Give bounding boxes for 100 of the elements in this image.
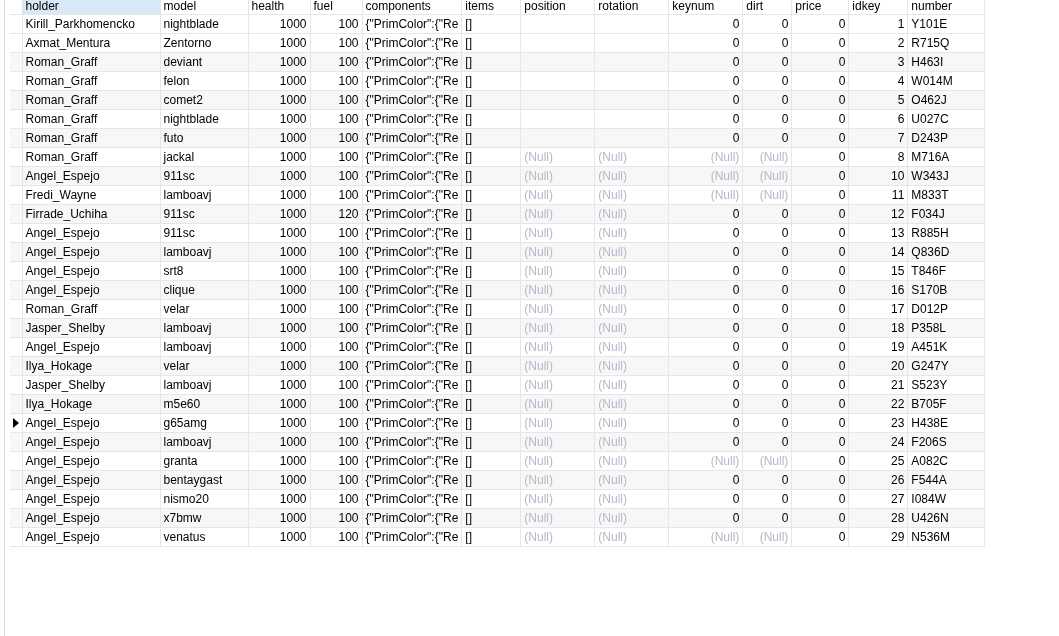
table-cell: 100 xyxy=(310,14,362,33)
table-cell: srt8 xyxy=(160,261,248,280)
table-cell: M833T xyxy=(907,185,985,204)
table-cell: 0 xyxy=(668,375,743,394)
table-cell: {"PrimColor":{"Re xyxy=(362,261,462,280)
table-cell: 100 xyxy=(310,375,362,394)
table-cell: [] xyxy=(461,337,521,356)
table-cell: [] xyxy=(461,413,521,432)
column-header[interactable]: number xyxy=(907,0,985,14)
table-cell: 1000 xyxy=(248,413,310,432)
table-cell: (Null) xyxy=(594,223,669,242)
table-cell: 1000 xyxy=(248,185,310,204)
table-cell: 100 xyxy=(310,413,362,432)
column-header[interactable]: model xyxy=(160,0,248,14)
table-cell: [] xyxy=(461,489,521,508)
table-cell: 0 xyxy=(791,261,849,280)
table-cell: 4 xyxy=(848,71,908,90)
table-cell: (Null) xyxy=(594,147,669,166)
table-cell: (Null) xyxy=(520,261,595,280)
table-cell: A082C xyxy=(907,451,985,470)
table-cell: lamboavj xyxy=(160,375,248,394)
table-cell: (Null) xyxy=(520,185,595,204)
table-cell: 1000 xyxy=(248,147,310,166)
table-cell: (Null) xyxy=(594,489,669,508)
column-header[interactable]: rotation xyxy=(594,0,669,14)
column-header[interactable]: health xyxy=(248,0,310,14)
column-header[interactable]: keynum xyxy=(668,0,743,14)
table-cell: 29 xyxy=(848,527,908,546)
table-cell: {"PrimColor":{"Re xyxy=(362,375,462,394)
table-cell: [] xyxy=(461,185,521,204)
table-cell: 1000 xyxy=(248,71,310,90)
table-cell: (Null) xyxy=(520,299,595,318)
table-cell: (Null) xyxy=(668,451,743,470)
table-cell: 0 xyxy=(742,71,792,90)
column-header[interactable]: items xyxy=(461,0,521,14)
table-cell: 23 xyxy=(848,413,908,432)
table-cell: 8 xyxy=(848,147,908,166)
table-cell: 0 xyxy=(791,185,849,204)
table-cell: (Null) xyxy=(742,147,792,166)
table-cell: 0 xyxy=(668,71,743,90)
table-cell: 1000 xyxy=(248,14,310,33)
column-header[interactable]: components xyxy=(362,0,462,14)
table-cell: 1 xyxy=(848,14,908,33)
table-cell: Axmat_Mentura xyxy=(22,33,160,52)
table-cell: 2 xyxy=(848,33,908,52)
table-cell: (Null) xyxy=(594,185,669,204)
table-cell: (Null) xyxy=(594,337,669,356)
column-header[interactable]: dirt xyxy=(742,0,792,14)
table-cell: [] xyxy=(461,299,521,318)
table-cell: nightblade xyxy=(160,109,248,128)
table-cell: 0 xyxy=(791,337,849,356)
table-cell: (Null) xyxy=(520,223,595,242)
table-cell: 1000 xyxy=(248,109,310,128)
table-cell: 100 xyxy=(310,33,362,52)
table-cell: [] xyxy=(461,109,521,128)
table-cell: (Null) xyxy=(668,527,743,546)
table-cell: 100 xyxy=(310,109,362,128)
table-cell: (Null) xyxy=(594,261,669,280)
table-cell: (Null) xyxy=(520,337,595,356)
table-cell: T846F xyxy=(907,261,985,280)
table-cell: {"PrimColor":{"Re xyxy=(362,451,462,470)
table-cell: 0 xyxy=(791,527,849,546)
table-cell: 0 xyxy=(742,261,792,280)
table-cell: 0 xyxy=(668,223,743,242)
table-cell: 1000 xyxy=(248,223,310,242)
column-header[interactable]: idkey xyxy=(848,0,908,14)
column-header[interactable]: position xyxy=(520,0,595,14)
table-cell: lamboavj xyxy=(160,185,248,204)
table-cell: {"PrimColor":{"Re xyxy=(362,14,462,33)
table-cell: (Null) xyxy=(520,375,595,394)
table-cell: 100 xyxy=(310,147,362,166)
table-cell: Angel_Espejo xyxy=(22,489,160,508)
table-cell: {"PrimColor":{"Re xyxy=(362,223,462,242)
column-header[interactable]: fuel xyxy=(310,0,362,14)
table-cell: R885H xyxy=(907,223,985,242)
table-cell: g65amg xyxy=(160,413,248,432)
table-cell: D012P xyxy=(907,299,985,318)
table-cell: Roman_Graff xyxy=(22,299,160,318)
table-cell: [] xyxy=(461,14,521,33)
table-cell: (Null) xyxy=(594,375,669,394)
table-cell: (Null) xyxy=(668,147,743,166)
table-cell: 0 xyxy=(742,375,792,394)
table-cell: 0 xyxy=(791,14,849,33)
table-cell: [] xyxy=(461,33,521,52)
table-cell: Jasper_Shelby xyxy=(22,375,160,394)
table-cell: N536M xyxy=(907,527,985,546)
table-cell: {"PrimColor":{"Re xyxy=(362,33,462,52)
column-header[interactable]: price xyxy=(791,0,849,14)
column-header[interactable]: holder xyxy=(22,0,160,14)
table-cell: 0 xyxy=(742,14,792,33)
table-cell: {"PrimColor":{"Re xyxy=(362,147,462,166)
table-cell: 0 xyxy=(668,489,743,508)
table-cell: [] xyxy=(461,223,521,242)
table-cell: 911sc xyxy=(160,223,248,242)
table-cell: Fredi_Wayne xyxy=(22,185,160,204)
table-cell: I084W xyxy=(907,489,985,508)
table-cell: (Null) xyxy=(742,451,792,470)
table-cell: {"PrimColor":{"Re xyxy=(362,337,462,356)
table-cell: (Null) xyxy=(520,489,595,508)
table-cell: 0 xyxy=(791,413,849,432)
